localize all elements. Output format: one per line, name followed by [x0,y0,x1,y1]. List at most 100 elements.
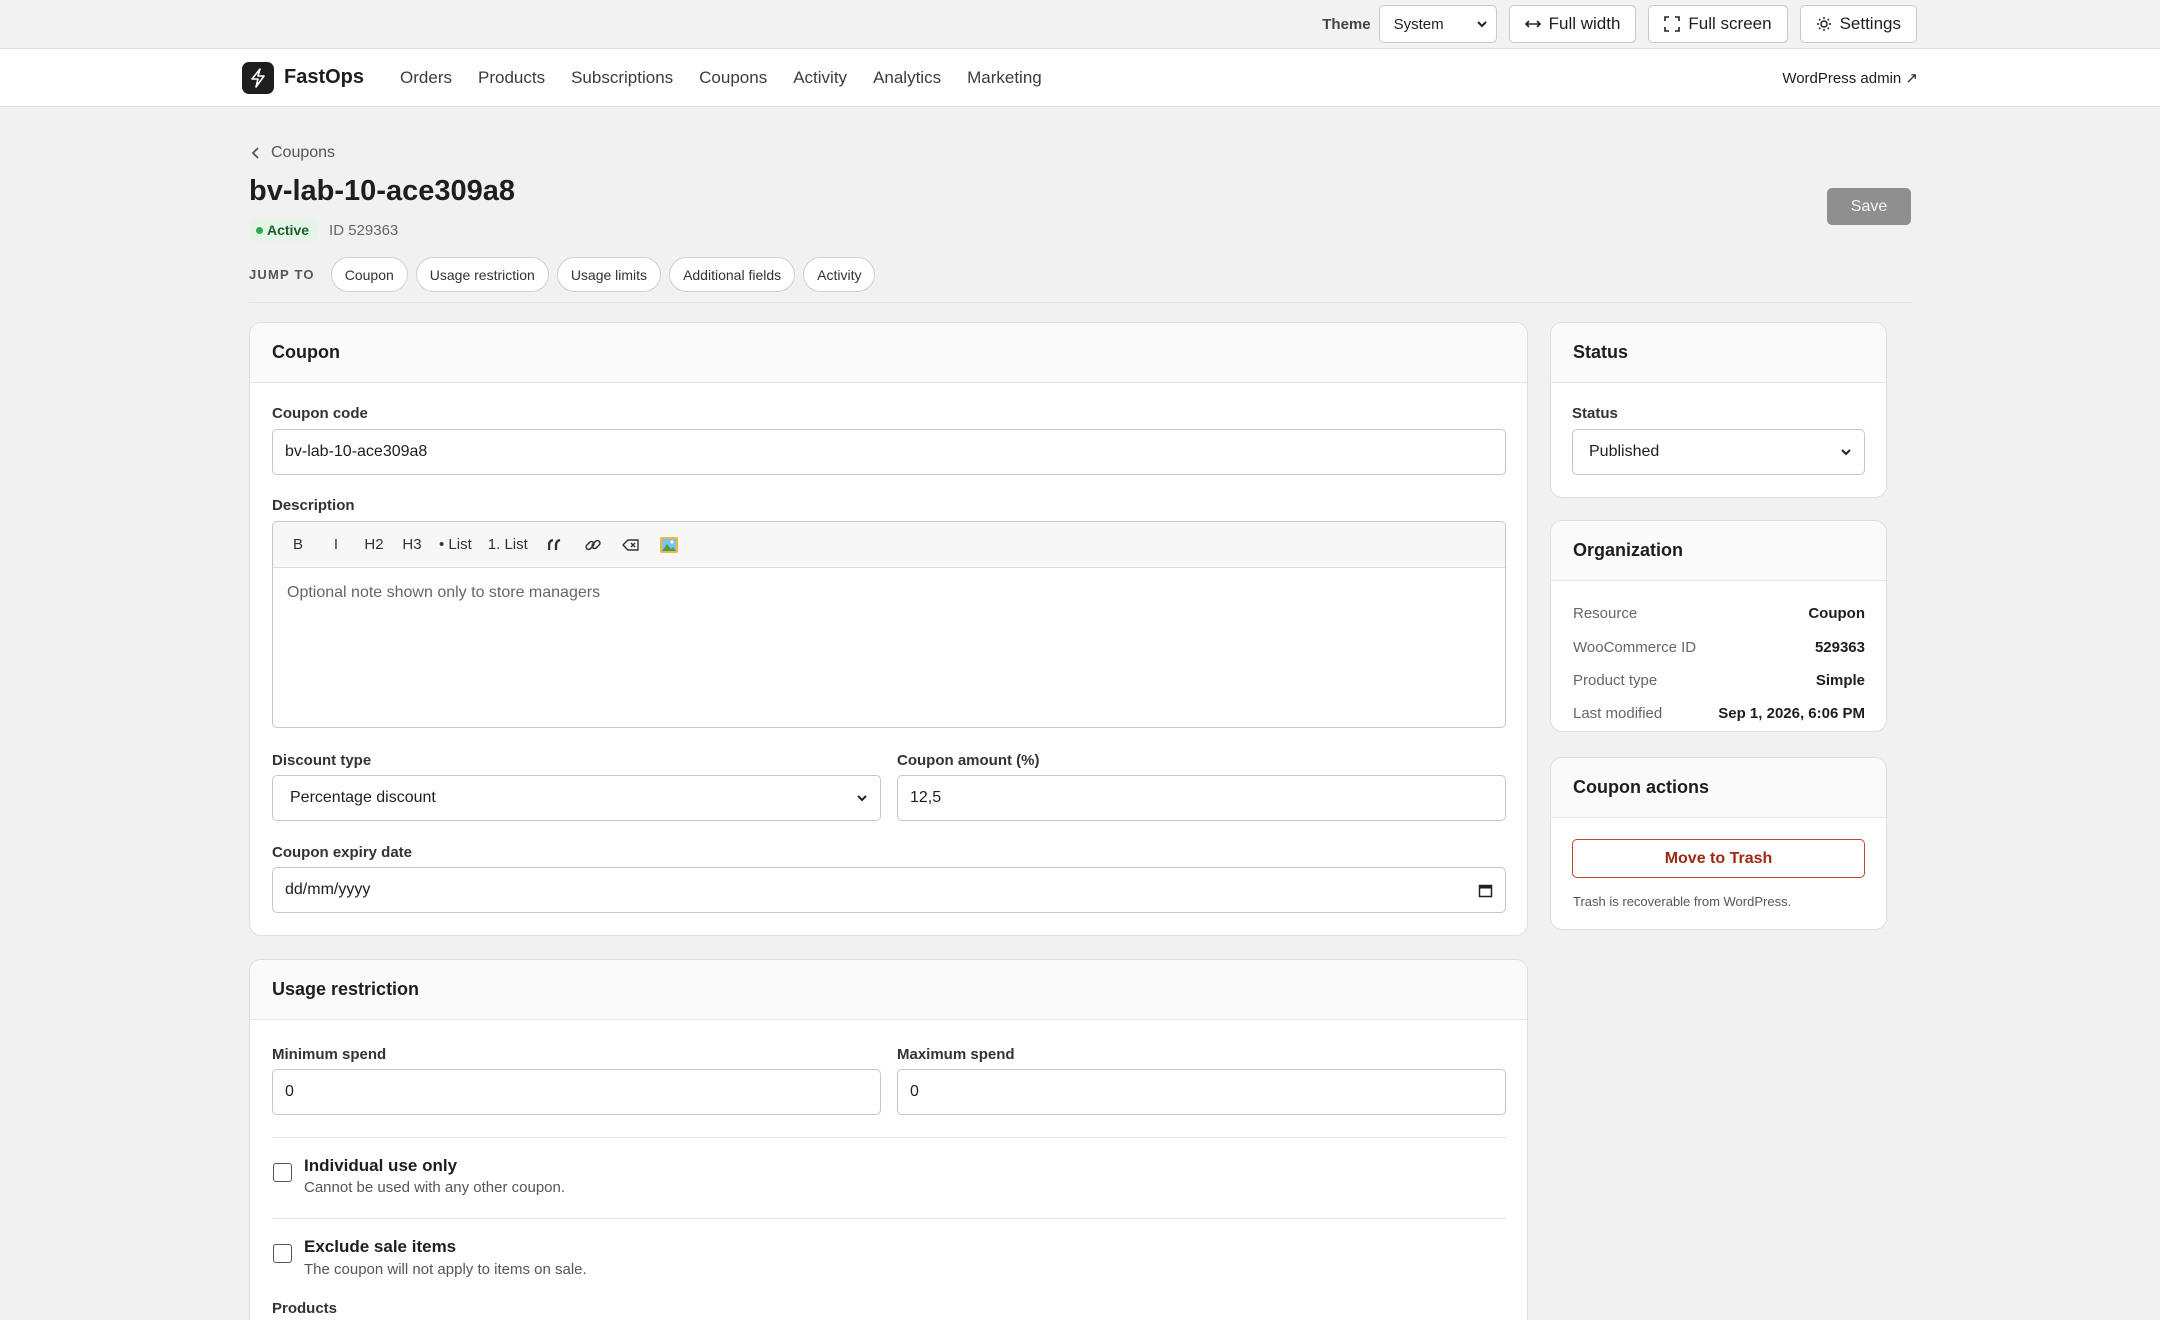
coupon-card-title: Coupon [250,323,1527,383]
fastops-logo[interactable] [242,61,274,94]
discount-type-value: Percentage discount [290,789,436,806]
org-key: Product type [1573,672,1658,689]
chevron-down-icon [857,795,867,802]
status-card: Status Status Published [1550,322,1887,498]
quote-icon[interactable] [538,530,572,560]
org-key: Resource [1573,605,1638,622]
expiry-date-input[interactable]: dd/mm/yyyy [272,867,1506,913]
jump-coupon[interactable]: Coupon [330,257,408,292]
exclude-sale-checkbox[interactable] [273,1244,292,1263]
chevron-down-icon [1841,449,1851,456]
jump-activity[interactable]: Activity [803,257,876,292]
divider [272,1137,1506,1138]
individual-use-checkbox[interactable] [273,1163,292,1182]
coupon-amount-value: 12,5 [910,789,942,806]
bold-button[interactable]: B [281,530,315,560]
org-value: Simple [1815,672,1865,689]
jump-to-label: JUMP TO [249,267,315,282]
usage-restriction-card: Usage restriction Minimum spend 0 Maximu… [249,959,1528,1320]
coupon-code-value: bv-lab-10-ace309a8 [285,443,428,460]
chevron-left-icon [251,147,259,159]
full-width-label: Full width [1548,14,1621,33]
status-field-label: Status [1572,405,1618,422]
description-textarea[interactable]: Optional note shown only to store manage… [273,568,1505,618]
theme-label: Theme [1322,15,1371,33]
org-row-woocommerce-id: WooCommerce ID 529363 [1573,639,1865,656]
top-utility-bar: Theme System Full width Full screen Sett… [0,0,2160,49]
org-key: Last modified [1573,705,1663,722]
trash-note: Trash is recoverable from WordPress. [1573,894,1792,909]
nav-products[interactable]: Products [478,68,545,88]
status-select-value: Published [1589,443,1660,460]
exclude-sale-title: Exclude sale items [304,1237,457,1256]
clear-format-icon[interactable] [614,530,648,560]
brand-name[interactable]: FastOps [284,66,364,89]
discount-type-label: Discount type [272,752,372,769]
exclude-sale-desc: The coupon will not apply to items on sa… [304,1261,587,1278]
nav-analytics[interactable]: Analytics [873,68,941,88]
jump-usage-limits[interactable]: Usage limits [556,257,662,292]
header-divider [249,302,1912,303]
full-screen-button[interactable]: Full screen [1648,5,1788,43]
save-button[interactable]: Save [1827,188,1911,225]
coupon-code-label: Coupon code [272,405,368,422]
theme-select[interactable]: System [1378,5,1497,43]
breadcrumb-coupons: Coupons [271,144,336,161]
arrows-horizontal-icon [1524,20,1541,28]
org-value: Sep 1, 2026, 6:06 PM [1718,705,1865,722]
lightning-icon [251,67,265,88]
jump-to-nav: JUMP TO Coupon Usage restriction Usage l… [249,257,876,292]
wordpress-admin-link[interactable]: WordPress admin ↗ [1782,69,1918,87]
bullet-list-button[interactable]: • List [433,530,478,560]
coupon-amount-label: Coupon amount (%) [897,752,1040,769]
nav-activity[interactable]: Activity [793,68,847,88]
nav-coupons[interactable]: Coupons [699,68,767,88]
sun-gear-icon [1816,17,1831,31]
org-value: 529363 [1814,639,1865,656]
h2-button[interactable]: H2 [357,530,391,560]
expiry-date-label: Coupon expiry date [272,844,413,861]
image-icon[interactable] [652,530,686,560]
coupon-code-input[interactable]: bv-lab-10-ace309a8 [272,429,1506,475]
maximum-spend-label: Maximum spend [897,1046,1015,1063]
breadcrumb[interactable]: Coupons [251,144,335,162]
maximum-spend-value: 0 [910,1083,919,1100]
nav-subscriptions[interactable]: Subscriptions [571,68,673,88]
status-badge: Active [249,219,318,241]
title-meta: Active ID 529363 [249,219,398,241]
jump-usage-restriction[interactable]: Usage restriction [415,257,549,292]
discount-type-select[interactable]: Percentage discount [272,775,881,821]
page-title: bv-lab-10-ace309a8 [249,175,515,207]
description-label: Description [272,497,355,514]
coupon-id: ID 529363 [329,221,399,239]
maximum-spend-input[interactable]: 0 [897,1069,1506,1115]
minimum-spend-input[interactable]: 0 [272,1069,881,1115]
jump-additional-fields[interactable]: Additional fields [669,257,796,292]
nav-orders[interactable]: Orders [400,68,452,88]
move-to-trash-button[interactable]: Move to Trash [1572,839,1865,878]
organization-card-title: Organization [1551,521,1886,581]
org-row-product-type: Product type Simple [1573,672,1865,689]
full-width-button[interactable]: Full width [1508,5,1637,43]
settings-label: Settings [1839,14,1901,33]
status-card-title: Status [1551,323,1886,383]
individual-use-title: Individual use only [304,1156,458,1175]
org-value: Coupon [1808,605,1865,622]
theme-select-value: System [1393,15,1444,33]
expand-icon [1664,16,1681,32]
link-icon[interactable] [576,530,610,560]
minimum-spend-label: Minimum spend [272,1046,387,1063]
calendar-icon[interactable] [1478,883,1493,898]
individual-use-desc: Cannot be used with any other coupon. [304,1179,566,1196]
nav-marketing[interactable]: Marketing [967,68,1042,88]
settings-button[interactable]: Settings [1799,5,1917,43]
chevron-down-icon [1476,21,1487,28]
coupon-amount-input[interactable]: 12,5 [897,775,1506,821]
org-key: WooCommerce ID [1573,639,1697,656]
italic-button[interactable]: I [319,530,353,560]
status-select[interactable]: Published [1572,429,1865,475]
h3-button[interactable]: H3 [395,530,429,560]
numbered-list-button[interactable]: 1. List [482,530,534,560]
main-nav: FastOps Orders Products Subscriptions Co… [0,49,2160,107]
full-screen-label: Full screen [1688,14,1772,33]
